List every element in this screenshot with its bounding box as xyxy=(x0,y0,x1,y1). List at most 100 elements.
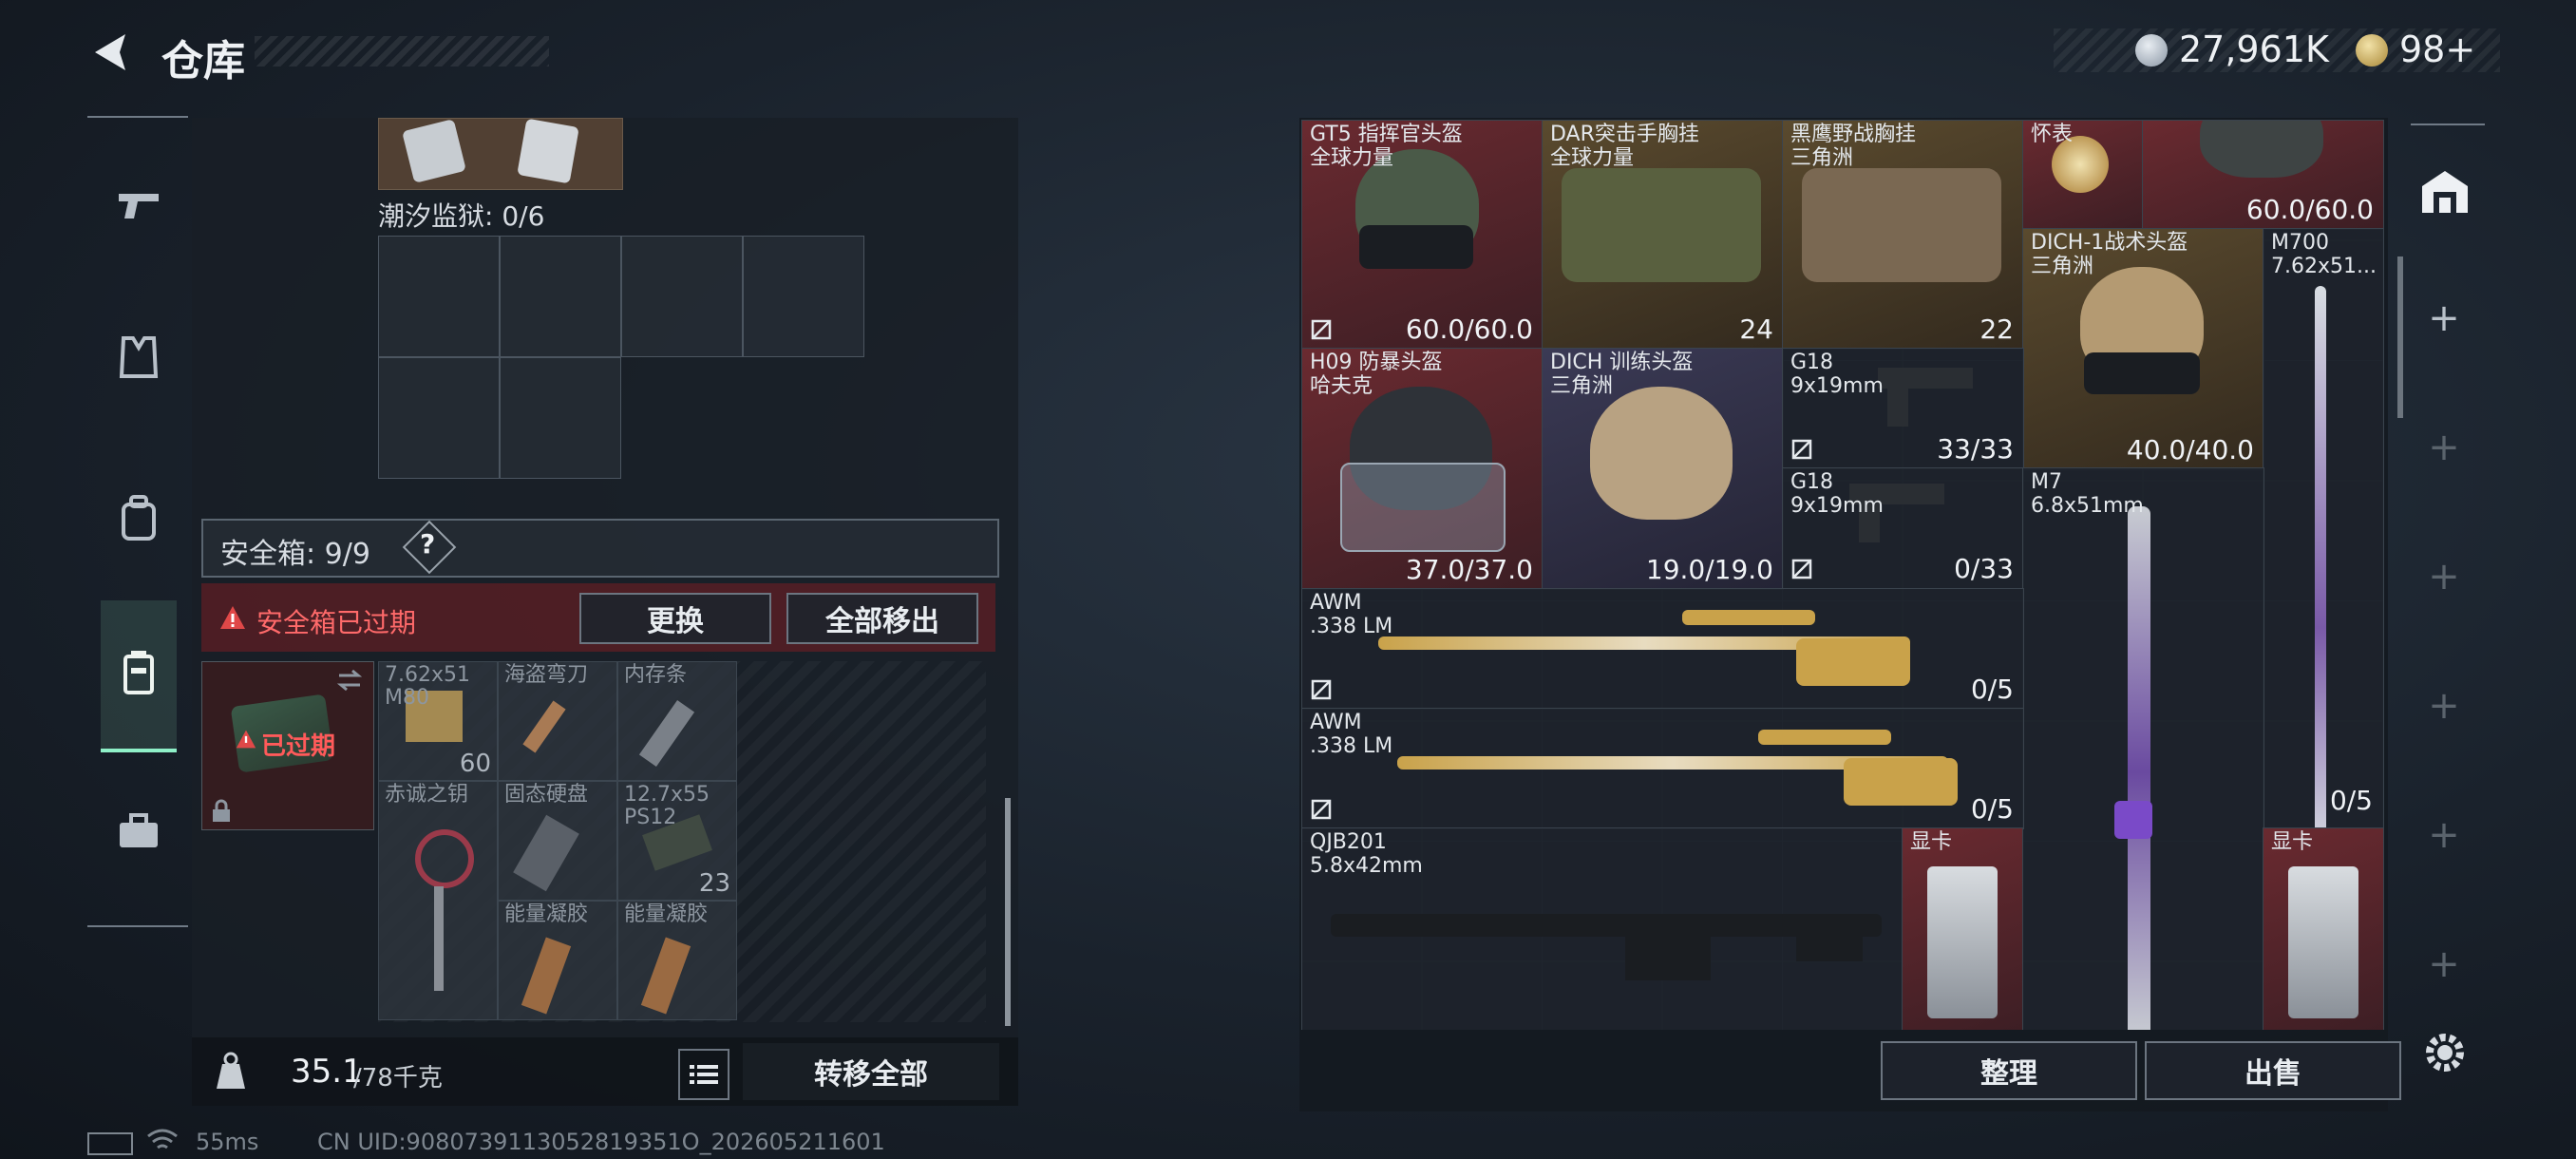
stash-item-g18[interactable]: G18 9x19mm 33/33 xyxy=(1782,348,2024,469)
left-footer: 35.1 /78千克 转移全部 xyxy=(192,1037,1018,1106)
item-name: QJB201 5.8x42mm xyxy=(1310,830,1423,878)
item-name: M7 6.8x51mm xyxy=(2031,470,2144,518)
inventory-cell[interactable]: 内存条 xyxy=(617,661,737,781)
plus-icon[interactable]: + xyxy=(2420,682,2468,730)
inventory-cell[interactable]: 7.62x51 M80 60 xyxy=(378,661,498,781)
key-shaft xyxy=(434,886,444,991)
item-name: M700 7.62x51... xyxy=(2271,231,2377,278)
settings-icon[interactable] xyxy=(2416,1024,2473,1081)
item-label: 能量凝胶 xyxy=(504,902,589,926)
stash-item-blackhawk-vest[interactable]: 黑鹰野战胸挂 三角洲 22 xyxy=(1782,120,2024,350)
item-name: GT5 指挥官头盔 全球力量 xyxy=(1310,123,1463,170)
back-icon[interactable] xyxy=(87,28,135,76)
stash-item-h09-helmet[interactable]: H09 防暴头盔 哈夫克 37.0/37.0 xyxy=(1301,348,1544,590)
sell-button[interactable]: 出售 xyxy=(2145,1041,2401,1100)
prison-slot[interactable] xyxy=(500,236,621,357)
item-durability: 37.0/37.0 xyxy=(1405,554,1533,585)
inventory-cell[interactable]: 海盗弯刀 xyxy=(498,661,617,781)
ping-value: 55ms xyxy=(196,1129,259,1155)
help-icon[interactable]: ? xyxy=(420,528,435,560)
item-name: 怀表 xyxy=(2031,123,2074,146)
transfer-all-button[interactable]: 转移全部 xyxy=(743,1043,999,1100)
stash-item-gpu[interactable]: 显卡 xyxy=(2263,827,2384,1030)
inventory-cell[interactable]: 能量凝胶 xyxy=(617,901,737,1020)
plus-icon[interactable]: + xyxy=(2420,940,2468,988)
swap-icon[interactable] xyxy=(335,668,364,693)
stash-item-dich1-helmet[interactable]: DICH-1战术头盔 三角洲 40.0/40.0 xyxy=(2022,228,2264,470)
stash-item-m7[interactable]: M7 6.8x51mm xyxy=(2022,467,2264,1030)
stash-item-gt5-helmet[interactable]: GT5 指挥官头盔 全球力量 60.0/60.0 xyxy=(1301,120,1544,350)
item-name: DICH 训练头盔 三角洲 xyxy=(1550,351,1694,398)
stash-item-helmet-partial[interactable]: 60.0/60.0 xyxy=(2142,120,2384,230)
stash-item-dar-vest[interactable]: DAR突击手胸挂 全球力量 24 xyxy=(1542,120,1784,350)
item-name: AWM .338 LM xyxy=(1310,711,1393,758)
item-label: 海盗弯刀 xyxy=(504,663,589,687)
item-label: 内存条 xyxy=(624,663,688,687)
gun-icon[interactable] xyxy=(101,167,177,243)
remove-all-button[interactable]: 全部移出 xyxy=(786,593,978,644)
stash-item-g18[interactable]: G18 9x19mm 0/33 xyxy=(1782,467,2024,589)
no-insure-icon xyxy=(1311,799,1332,820)
prison-slot[interactable] xyxy=(378,357,500,479)
stash-item-dich-training-helmet[interactable]: DICH 训练头盔 三角洲 19.0/19.0 xyxy=(1542,348,1784,590)
list-icon[interactable] xyxy=(678,1049,729,1100)
top-item[interactable] xyxy=(517,118,579,184)
safe-box-inventory: 7.62x51 M80 60 海盗弯刀 内存条 赤诚之钥 固态硬盘 12.7x5… xyxy=(378,661,986,1022)
safe-box-icon[interactable] xyxy=(101,635,177,711)
memory-stick-image xyxy=(638,700,695,767)
no-insure-icon xyxy=(1311,319,1332,340)
item-name: 显卡 xyxy=(2271,830,2314,854)
inventory-cell[interactable]: 能量凝胶 xyxy=(498,901,617,1020)
item-capacity: 24 xyxy=(1739,314,1773,345)
prison-slot[interactable] xyxy=(378,236,500,357)
prison-slot[interactable] xyxy=(500,357,621,479)
item-label: 12.7x55 PS12 xyxy=(624,783,710,829)
top-items-strip xyxy=(378,118,623,190)
stash-item-qjb201[interactable]: QJB201 5.8x42mm xyxy=(1301,827,1904,1030)
energy-gel-image xyxy=(640,937,691,1015)
inventory-cell[interactable]: 12.7x55 PS12 23 xyxy=(617,781,737,901)
currency-main: 27,961K xyxy=(2179,28,2329,70)
briefcase-icon[interactable] xyxy=(101,794,177,870)
inventory-cell[interactable]: 固态硬盘 xyxy=(498,781,617,901)
weight-icon xyxy=(217,1052,245,1089)
warning-icon xyxy=(236,730,256,749)
case-status: 已过期 xyxy=(261,732,336,761)
stash-item-pocket-watch[interactable]: 怀表 xyxy=(2022,120,2144,230)
item-ammo: 0/5 xyxy=(1970,793,2014,825)
plus-icon[interactable]: + xyxy=(2420,553,2468,600)
stash-item-awm[interactable]: AWM .338 LM 0/5 xyxy=(1301,588,2024,710)
tab-rail-divider xyxy=(2411,124,2485,125)
vest-icon[interactable] xyxy=(101,319,177,395)
prison-slot[interactable] xyxy=(743,236,864,357)
plus-icon[interactable]: + xyxy=(2420,424,2468,471)
stash-item-awm[interactable]: AWM .338 LM 0/5 xyxy=(1301,708,2024,829)
stash-item-gpu[interactable]: 显卡 xyxy=(1902,827,2023,1030)
plus-icon[interactable]: + xyxy=(2420,811,2468,859)
plus-icon[interactable]: + xyxy=(2420,294,2468,342)
right-footer: 整理 出售 xyxy=(1299,1037,2401,1112)
title-decoration xyxy=(255,36,549,66)
item-name: 黑鹰野战胸挂 三角洲 xyxy=(1790,123,1917,170)
sort-button[interactable]: 整理 xyxy=(1881,1041,2137,1100)
lock-icon xyxy=(213,799,230,822)
tidal-prison-label: 潮汐监狱: 0/6 xyxy=(378,200,545,232)
no-insure-icon xyxy=(1791,439,1812,460)
weight-value: 35.1 xyxy=(291,1053,363,1091)
item-label: 7.62x51 M80 xyxy=(385,663,470,710)
prison-slot[interactable] xyxy=(621,236,743,357)
storage-icon[interactable] xyxy=(2416,163,2473,220)
no-insure-icon xyxy=(1311,679,1332,700)
item-durability: 40.0/40.0 xyxy=(2126,434,2254,466)
item-capacity: 22 xyxy=(1979,314,2014,345)
top-item[interactable] xyxy=(402,119,466,183)
backpack-icon[interactable] xyxy=(101,481,177,557)
item-name: 显卡 xyxy=(1910,830,1953,854)
inventory-cell[interactable]: 赤诚之钥 xyxy=(378,781,498,1020)
currency-secondary[interactable]: 98+ xyxy=(2399,28,2475,70)
item-ammo: 0/33 xyxy=(1954,553,2014,584)
safe-case[interactable]: 已过期 xyxy=(201,661,374,830)
item-ammo: 33/33 xyxy=(1937,433,2014,465)
left-scrollbar[interactable] xyxy=(1005,798,1011,1026)
replace-button[interactable]: 更换 xyxy=(579,593,771,644)
